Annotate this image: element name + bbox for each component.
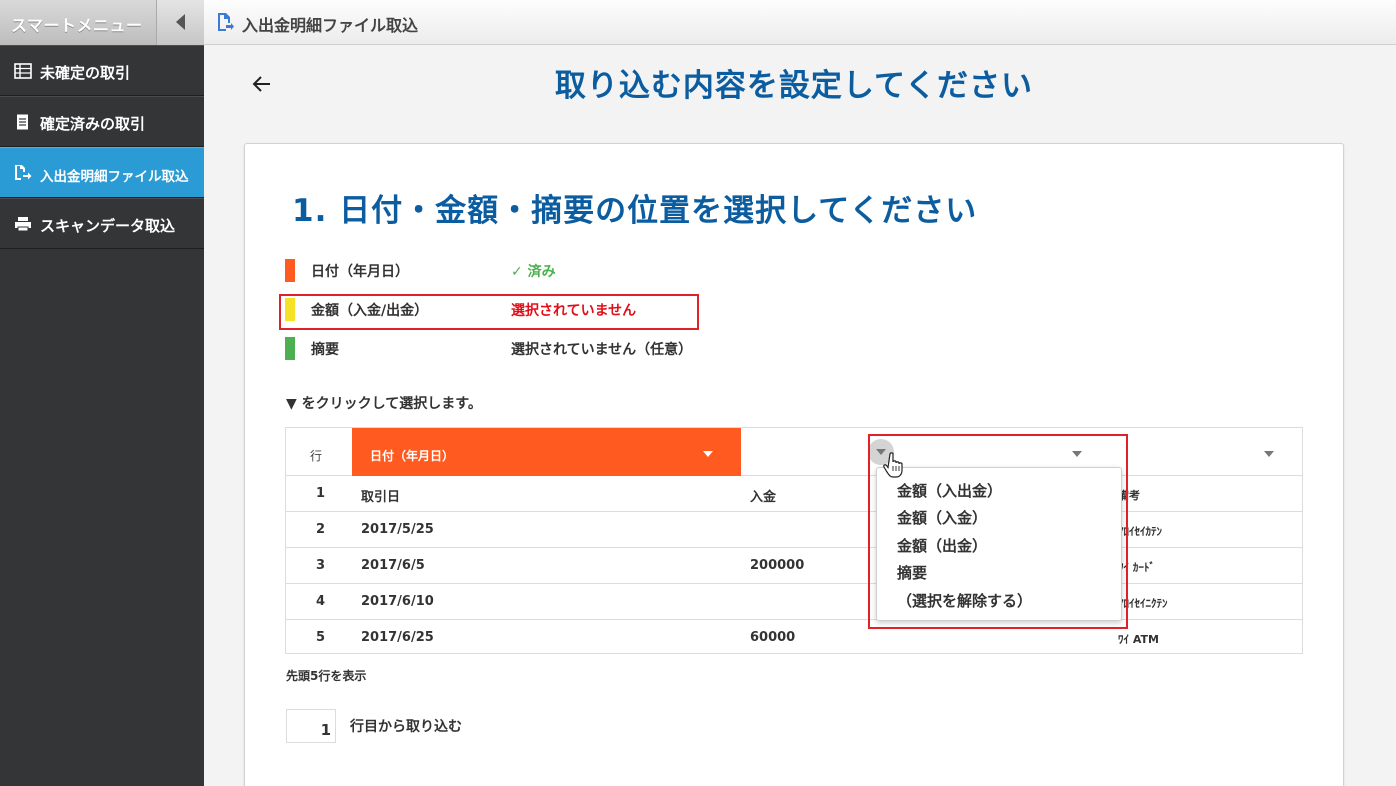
legend-label: 摘要 [311, 342, 339, 358]
instruction-text: ▼ をクリックして選択します。 [286, 396, 482, 412]
cell-deposit: 200000 [750, 558, 805, 573]
start-row-label: 行目から取り込む [350, 719, 462, 735]
column-select-label: 日付（年月日） [370, 449, 455, 463]
sidebar-item-file-import[interactable]: 入出金明細ファイル取込 [0, 147, 204, 198]
preview-table: 行 日付（年月日） 1 取引日 入金 備考 2 2017/5/25 ｱﾛｲｾｲｶ… [285, 427, 1303, 654]
dropdown-option-clear[interactable]: （選択を解除する） [897, 590, 1032, 611]
cell-deposit: 60000 [750, 630, 796, 645]
list-icon [14, 63, 32, 79]
cell-row-no: 4 [316, 594, 326, 609]
cell-date: 2017/6/10 [361, 594, 434, 609]
sidebar-item-label: 未確定の取引 [40, 64, 131, 82]
column-select-5-caret-icon[interactable] [1264, 451, 1274, 457]
start-row-input[interactable] [286, 709, 336, 743]
scanner-icon [15, 217, 31, 232]
amount-highlight-box [279, 294, 699, 330]
table-row: 3 2017/6/5 200000 ﾜｲ ｶｰﾄﾞ [286, 548, 1302, 584]
hand-cursor-icon [883, 452, 903, 478]
table-header-row: 行 日付（年月日） [286, 428, 1302, 476]
chevron-left-icon [176, 14, 185, 30]
dropdown-option-amount-out[interactable]: 金額（出金） [897, 535, 987, 556]
legend-status: ✓ 済み [511, 264, 556, 280]
smart-menu-header: スマートメニュー [0, 0, 204, 45]
cell-row-no: 2 [316, 522, 326, 537]
page-tab-title: 入出金明細ファイル取込 [242, 16, 419, 35]
legend-status: 選択されていません（任意） [511, 342, 693, 358]
caret-down-icon [703, 451, 713, 457]
cell-note: ﾜｲ ATM [1118, 633, 1159, 646]
legend-label: 日付（年月日） [311, 264, 409, 280]
sidebar-item-label: スキャンデータ取込 [40, 217, 176, 235]
table-row: 4 2017/6/10 ｱﾛｲｾｲﾆｸﾃﾝ [286, 584, 1302, 620]
cell-row-no: 1 [316, 486, 326, 501]
dropdown-option-description[interactable]: 摘要 [897, 562, 927, 583]
preview-footnote: 先頭5行を表示 [286, 669, 367, 683]
sidebar: 未確定の取引 確定済みの取引 入出金明細ファイル取込 スキャンデータ取込 [0, 45, 204, 786]
document-icon [17, 114, 28, 130]
file-import-icon [218, 13, 234, 31]
smart-menu-label: スマートメニュー [11, 16, 143, 35]
legend-color-bar [285, 259, 295, 282]
table-row: 1 取引日 入金 備考 [286, 476, 1302, 512]
cell-date: 2017/6/5 [361, 558, 425, 573]
sidebar-item-scan-import[interactable]: スキャンデータ取込 [0, 198, 204, 249]
dropdown-option-amount-in[interactable]: 金額（入金） [897, 507, 987, 528]
table-row: 5 2017/6/25 60000 ﾜｲ ATM [286, 620, 1302, 656]
sidebar-item-confirmed[interactable]: 確定済みの取引 [0, 96, 204, 147]
dropdown-option-amount-in-out[interactable]: 金額（入出金） [897, 480, 1002, 501]
column-type-dropdown: 金額（入出金） 金額（入金） 金額（出金） 摘要 （選択を解除する） [876, 467, 1122, 621]
sidebar-item-label: 入出金明細ファイル取込 [40, 169, 189, 185]
cell-date: 2017/5/25 [361, 522, 434, 537]
legend-color-bar [285, 337, 295, 360]
table-row: 2 2017/5/25 ｱﾛｲｾｲｶﾃﾝ [286, 512, 1302, 548]
page-title: 取り込む内容を設定してください [554, 68, 1034, 104]
top-bar [0, 0, 1396, 45]
cell-date: 2017/6/25 [361, 630, 434, 645]
section-title: 1. 日付・金額・摘要の位置を選択してください [292, 193, 978, 229]
sidebar-item-unconfirmed[interactable]: 未確定の取引 [0, 45, 204, 96]
row-header-label: 行 [310, 449, 323, 463]
file-import-icon [15, 165, 32, 180]
column-select-date[interactable]: 日付（年月日） [352, 428, 741, 476]
cell-row-no: 5 [316, 630, 326, 645]
cell-row-no: 3 [316, 558, 326, 573]
cell-deposit: 入金 [750, 490, 777, 505]
sidebar-item-label: 確定済みの取引 [40, 115, 146, 133]
collapse-menu-button[interactable] [156, 0, 204, 45]
cell-date: 取引日 [361, 490, 401, 505]
